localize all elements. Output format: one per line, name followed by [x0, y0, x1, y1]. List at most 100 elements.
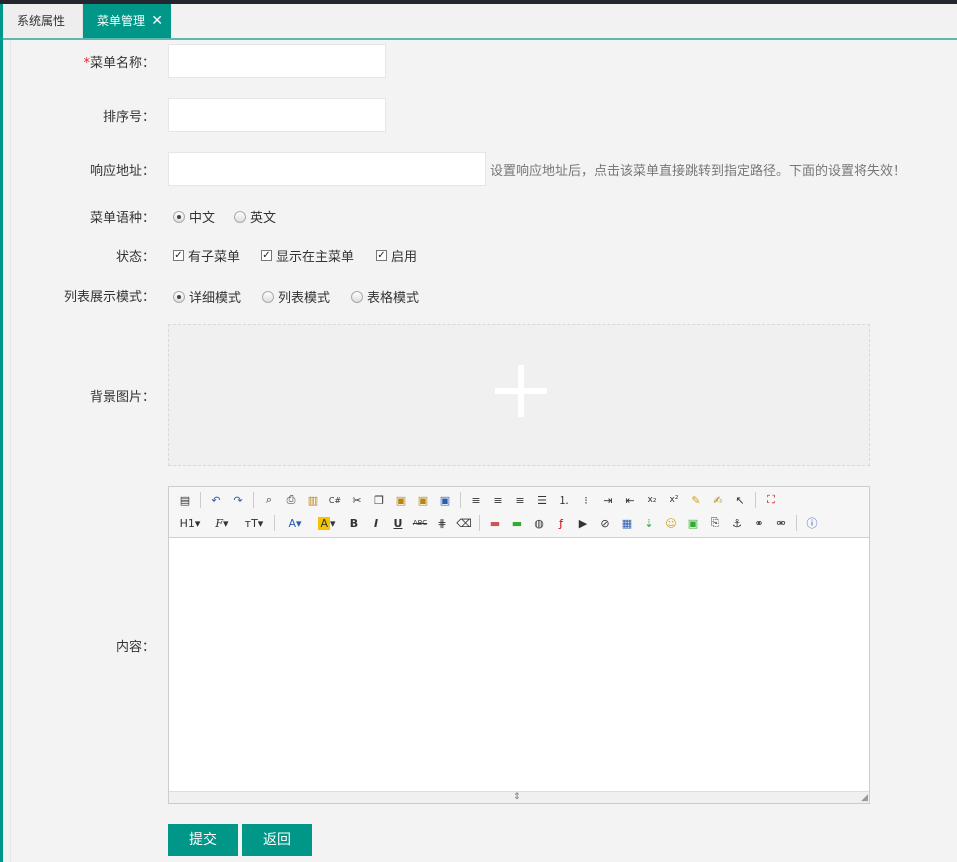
editor-content-area[interactable]	[169, 538, 869, 791]
font-family-button[interactable]: F ▾	[207, 513, 237, 533]
insert-file-icon[interactable]: ⊘	[595, 513, 615, 533]
help-icon[interactable]: ⓘ	[802, 513, 822, 533]
image-icon[interactable]: ▬	[485, 513, 505, 533]
list-mode-table[interactable]: 表格模式	[351, 287, 419, 306]
superscript-icon[interactable]: x²	[664, 490, 684, 510]
menu-name-input[interactable]	[168, 44, 386, 78]
line-height-icon[interactable]: ⋕	[432, 513, 452, 533]
select-all-icon[interactable]: ✍	[708, 490, 728, 510]
table-icon[interactable]: ▦	[617, 513, 637, 533]
remove-format-icon[interactable]: ⌫	[454, 513, 474, 533]
code-icon[interactable]: C#	[325, 490, 345, 510]
paste-icon[interactable]: ▣	[391, 490, 411, 510]
status-has-submenu[interactable]: ✓ 有子菜单	[173, 246, 240, 265]
paste-word-icon[interactable]: ▣	[435, 490, 455, 510]
strikethrough-button[interactable]: ABC	[410, 513, 430, 533]
highlight-button[interactable]: A ▾	[312, 513, 342, 533]
menu-name-label: *菜单名称：	[83, 56, 155, 71]
link-icon[interactable]: ⚭	[749, 513, 769, 533]
checkbox-checked-icon[interactable]: ✓	[261, 250, 272, 261]
toolbar-separator	[274, 515, 275, 531]
flash-icon[interactable]: ◍	[529, 513, 549, 533]
copy-icon[interactable]: ❐	[369, 490, 389, 510]
multi-image-icon[interactable]: ▬	[507, 513, 527, 533]
language-label: 菜单语种：	[89, 211, 155, 226]
picture-icon[interactable]: ▣	[683, 513, 703, 533]
radio-selected-icon[interactable]	[173, 210, 185, 223]
fullscreen-icon[interactable]: ⛶	[761, 490, 781, 510]
list-mode-detail[interactable]: 详细模式	[173, 287, 241, 306]
font-color-button[interactable]: A ▾	[280, 513, 310, 533]
align-center-icon[interactable]: ≡	[488, 490, 508, 510]
align-left-icon[interactable]: ≡	[466, 490, 486, 510]
background-label: 背景图片：	[89, 390, 155, 405]
template-icon[interactable]: ▥	[303, 490, 323, 510]
order-input[interactable]	[168, 98, 386, 132]
indent-icon[interactable]: ⇥	[598, 490, 618, 510]
tab-menu-management[interactable]: 菜单管理 ✕	[83, 4, 171, 38]
checkbox-checked-icon[interactable]: ✓	[173, 250, 184, 261]
checkbox-checked-icon[interactable]: ✓	[376, 250, 387, 261]
back-button[interactable]: 返回	[242, 824, 312, 856]
print-icon[interactable]: ⎙	[281, 490, 301, 510]
toolbar-row-1: ▤ ↶ ↷ ⌕ ⎙ ▥ C# ✂ ❐ ▣ ▣ ▣ ≡ ≡ ≡ ☰ ⒈ ⁝ ⇥ ⇤…	[175, 489, 781, 511]
justify-icon[interactable]: ☰	[532, 490, 552, 510]
toolbar-separator	[253, 492, 254, 508]
tab-bar: 系统属性 菜单管理 ✕	[3, 4, 957, 40]
radio-icon[interactable]	[351, 290, 363, 303]
close-icon[interactable]: ✕	[151, 4, 163, 38]
pointer-icon[interactable]: ↖	[730, 490, 750, 510]
italic-button[interactable]: I	[366, 513, 386, 533]
pagebreak-icon[interactable]: ⎘	[705, 513, 725, 533]
anchor-icon[interactable]: ⚓	[727, 513, 747, 533]
tab-label: 系统属性	[17, 14, 66, 28]
resize-grip-icon[interactable]: ⇕	[513, 793, 521, 802]
emoticon-icon[interactable]: ☺	[661, 513, 681, 533]
horizontal-rule-icon[interactable]: ⇣	[639, 513, 659, 533]
align-right-icon[interactable]: ≡	[510, 490, 530, 510]
url-input[interactable]	[168, 152, 486, 186]
resize-corner-icon[interactable]: ◢	[861, 793, 868, 803]
toolbar-separator	[200, 492, 201, 508]
url-label: 响应地址：	[89, 164, 155, 179]
preview-icon[interactable]: ⌕	[259, 490, 279, 510]
plus-icon-vertical	[518, 365, 524, 417]
font-size-button[interactable]: тT ▾	[239, 513, 269, 533]
clear-format-icon[interactable]: ✎	[686, 490, 706, 510]
unordered-list-icon[interactable]: ⁝	[576, 490, 596, 510]
toolbar-row-2: H1 ▾ F ▾ тT ▾ A ▾ A ▾ B I U ABC ⋕ ⌫ ▬ ▬ ◍ ƒ ▶…	[175, 512, 822, 534]
media-icon[interactable]: ƒ	[551, 513, 571, 533]
language-option-en[interactable]: 英文	[234, 207, 276, 226]
radio-icon[interactable]	[262, 290, 274, 303]
toolbar-separator	[460, 492, 461, 508]
tab-system-properties[interactable]: 系统属性	[3, 4, 83, 38]
subscript-icon[interactable]: x₂	[642, 490, 662, 510]
radio-selected-icon[interactable]	[173, 290, 185, 303]
toolbar-separator	[755, 492, 756, 508]
rich-text-editor: ▤ ↶ ↷ ⌕ ⎙ ▥ C# ✂ ❐ ▣ ▣ ▣ ≡ ≡ ≡ ☰ ⒈ ⁝ ⇥ ⇤…	[168, 486, 870, 804]
paste-plain-icon[interactable]: ▣	[413, 490, 433, 510]
outdent-icon[interactable]: ⇤	[620, 490, 640, 510]
source-icon[interactable]: ▤	[175, 490, 195, 510]
submit-button[interactable]: 提交	[168, 824, 238, 856]
radio-icon[interactable]	[234, 210, 246, 223]
heading-button[interactable]: H1 ▾	[175, 513, 205, 533]
status-label: 状态：	[115, 250, 155, 265]
list-mode-list[interactable]: 列表模式	[262, 287, 330, 306]
cut-icon[interactable]: ✂	[347, 490, 367, 510]
background-upload-area[interactable]	[168, 324, 870, 466]
bold-button[interactable]: B	[344, 513, 364, 533]
status-show-main-menu[interactable]: ✓ 显示在主菜单	[261, 246, 354, 265]
url-hint: 设置响应地址后，点击该菜单直接跳转到指定路径。下面的设置将失效！	[490, 164, 907, 179]
undo-icon[interactable]: ↶	[206, 490, 226, 510]
editor-statusbar: ⇕ ◢	[169, 791, 869, 803]
status-enabled[interactable]: ✓ 启用	[376, 246, 417, 265]
redo-icon[interactable]: ↷	[228, 490, 248, 510]
underline-button[interactable]: U	[388, 513, 408, 533]
toolbar-separator	[479, 515, 480, 531]
video-icon[interactable]: ▶	[573, 513, 593, 533]
ordered-list-icon[interactable]: ⒈	[554, 490, 574, 510]
toolbar-separator	[796, 515, 797, 531]
language-option-zh[interactable]: 中文	[173, 207, 215, 226]
unlink-icon[interactable]: ⚮	[771, 513, 791, 533]
